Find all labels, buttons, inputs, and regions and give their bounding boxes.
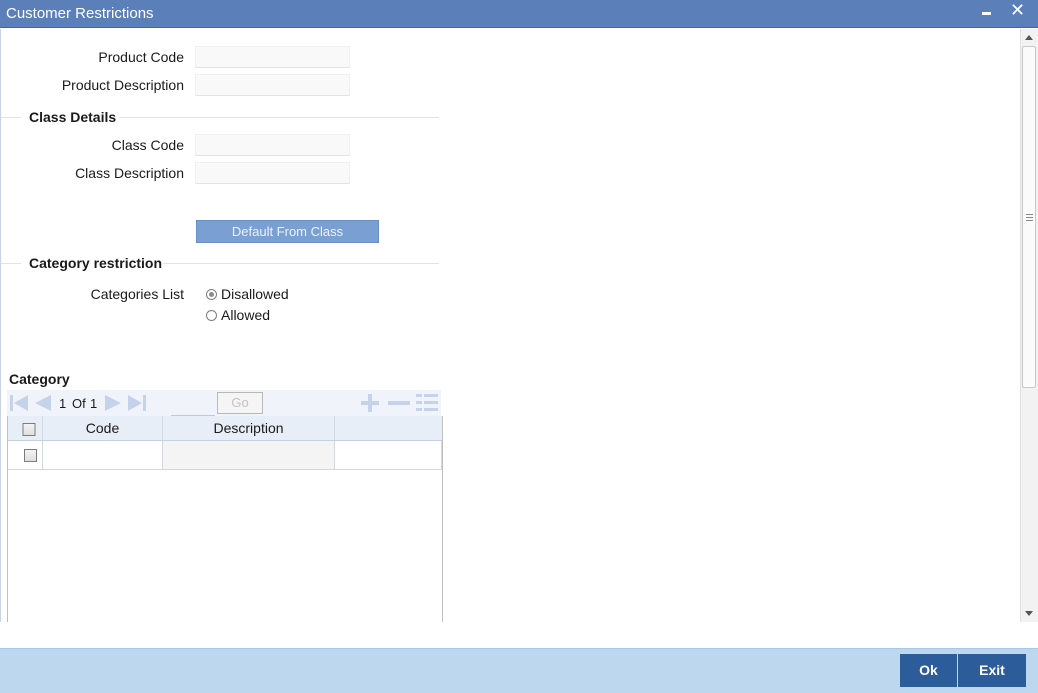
scrollbar-thumb[interactable] — [1022, 46, 1036, 388]
go-button[interactable]: Go — [217, 392, 263, 414]
page-current: 1 — [59, 396, 67, 411]
grip-line-1 — [1026, 214, 1033, 215]
default-from-class-button[interactable]: Default From Class — [196, 220, 379, 243]
category-grid: Code Description — [7, 416, 443, 622]
radio-allowed[interactable]: Allowed — [206, 307, 270, 323]
grip-line-2 — [1026, 217, 1033, 218]
next-page-icon[interactable] — [103, 393, 123, 413]
categories-list-label: Categories List — [90, 286, 184, 302]
class-details-divider-left — [1, 117, 21, 118]
exit-button[interactable]: Exit — [958, 654, 1026, 687]
row-code-cell[interactable] — [43, 441, 163, 469]
last-page-icon[interactable] — [127, 393, 147, 413]
page-total: 1 — [90, 396, 98, 411]
radio-allowed-button[interactable] — [206, 309, 217, 321]
first-page-icon[interactable] — [9, 393, 29, 413]
title-bar: Customer Restrictions ✕ — [0, 0, 1038, 28]
footer-bar: Ok Exit — [0, 648, 1038, 693]
row-description-cell[interactable] — [163, 441, 335, 469]
class-description-field[interactable] — [195, 162, 350, 184]
previous-page-icon[interactable] — [33, 393, 53, 413]
select-all-cell — [8, 416, 43, 440]
delete-row-icon[interactable] — [387, 393, 411, 413]
radio-disallowed-button[interactable] — [206, 288, 217, 300]
column-header-empty — [335, 416, 442, 440]
class-details-title: Class Details — [29, 109, 117, 125]
product-description-label: Product Description — [61, 77, 184, 93]
row-empty-cell — [335, 441, 442, 469]
class-code-label: Class Code — [111, 137, 184, 153]
category-restriction-title: Category restriction — [29, 255, 163, 271]
add-row-icon[interactable] — [358, 393, 382, 413]
product-code-label: Product Code — [98, 49, 184, 65]
page-of-label: Of — [72, 396, 86, 411]
row-checkbox[interactable] — [24, 449, 37, 462]
table-row[interactable] — [8, 441, 442, 470]
scroll-up-icon[interactable] — [1025, 35, 1033, 40]
grid-toolbar: 1 Of 1 Go — [7, 390, 441, 416]
column-header-code[interactable]: Code — [43, 416, 163, 440]
close-icon[interactable]: ✕ — [1010, 0, 1025, 20]
vertical-scrollbar[interactable] — [1020, 29, 1038, 622]
window-title: Customer Restrictions — [6, 5, 154, 22]
class-code-field[interactable] — [195, 134, 350, 156]
category-grid-title: Category — [9, 371, 70, 387]
class-details-divider — [119, 117, 439, 118]
radio-disallowed[interactable]: Disallowed — [206, 286, 289, 302]
select-all-checkbox[interactable] — [22, 423, 36, 436]
single-view-icon[interactable] — [415, 393, 439, 413]
grid-header-row: Code Description — [8, 416, 442, 441]
radio-disallowed-label: Disallowed — [221, 286, 289, 302]
category-restriction-divider — [163, 263, 439, 264]
product-description-field[interactable] — [195, 74, 350, 96]
class-description-label: Class Description — [75, 165, 184, 181]
category-restriction-divider-left — [1, 263, 21, 264]
minimize-icon[interactable] — [982, 12, 991, 15]
column-header-description[interactable]: Description — [163, 416, 335, 440]
scroll-down-icon[interactable] — [1025, 611, 1033, 616]
grip-line-3 — [1026, 220, 1033, 221]
main-content: Product Code Product Description Class D… — [0, 29, 1020, 622]
product-code-field[interactable] — [195, 46, 350, 68]
ok-button[interactable]: Ok — [900, 654, 957, 687]
radio-allowed-label: Allowed — [221, 307, 271, 323]
row-select-cell — [8, 441, 43, 469]
page-number-input[interactable] — [171, 394, 215, 416]
